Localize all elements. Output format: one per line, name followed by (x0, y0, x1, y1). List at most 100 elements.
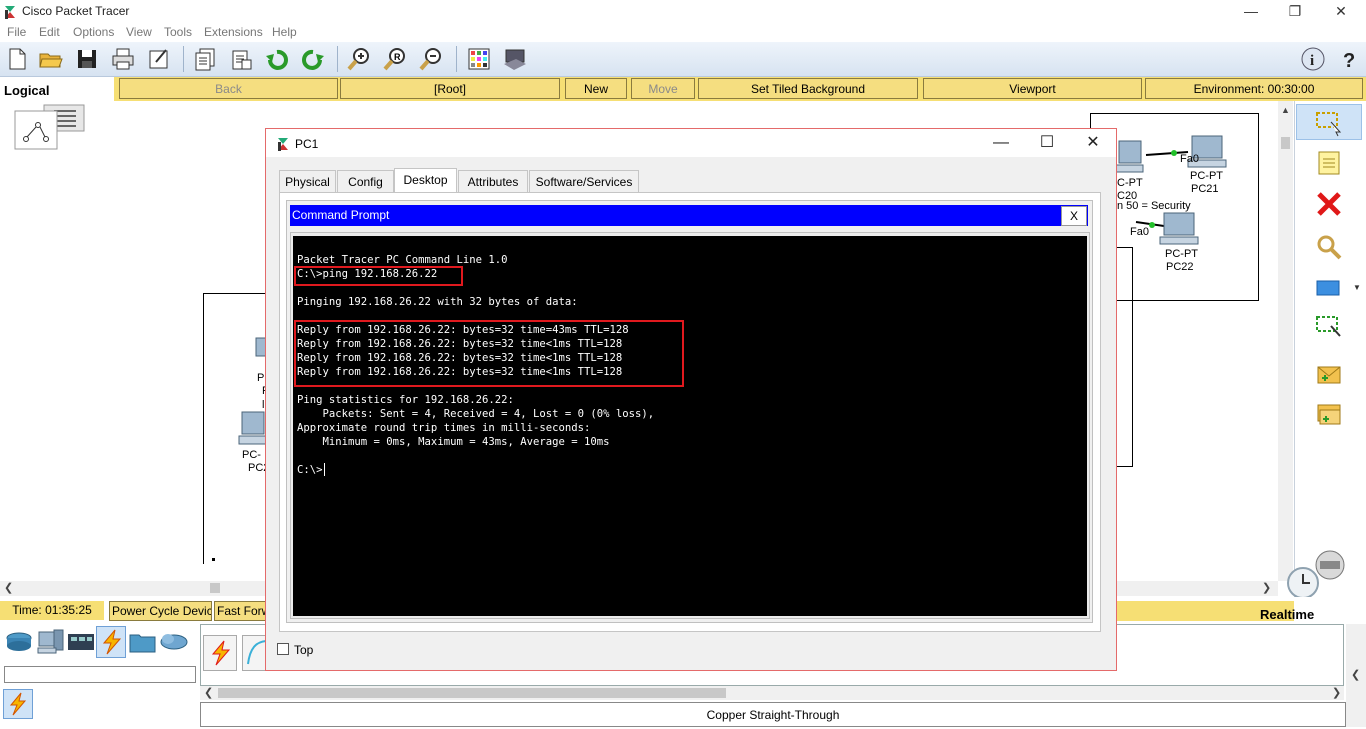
dialog-maximize-button[interactable]: ☐ (1024, 130, 1070, 156)
device-type-label: PC- (242, 449, 261, 461)
lightning-connections-icon (9, 692, 27, 716)
menu-view[interactable]: View (126, 25, 152, 39)
terminal-line: Packets: Sent = 4, Received = 4, Lost = … (297, 408, 655, 420)
menu-help[interactable]: Help (272, 25, 297, 39)
realtime-clock-icon[interactable] (1286, 566, 1320, 600)
multiuser-cloud-icon[interactable] (158, 628, 190, 656)
terminal-line: Approximate round trip times in milli-se… (297, 422, 591, 434)
logical-label: Logical (4, 83, 50, 98)
ping-command-highlight (294, 266, 463, 286)
menu-edit[interactable]: Edit (39, 25, 60, 39)
add-complex-pdu-icon[interactable] (1314, 400, 1344, 430)
select-icon[interactable] (1314, 108, 1344, 138)
close-window-button[interactable]: ✕ (1318, 0, 1364, 24)
tab-config[interactable]: Config (337, 170, 394, 192)
command-prompt-title: Command Prompt (290, 205, 1088, 226)
logical-view-thumbnail-icon[interactable] (14, 101, 86, 151)
info-icon[interactable]: i (1300, 46, 1326, 72)
pc-icon[interactable] (1113, 139, 1145, 175)
lightning-connections-icon[interactable] (98, 628, 126, 656)
fast-forward-time-button[interactable]: Fast Forward Time (214, 601, 266, 621)
menu-tools[interactable]: Tools (164, 25, 192, 39)
device-name-label: PC22 (1166, 261, 1194, 273)
packet-tracer-logo-icon (5, 6, 15, 19)
scroll-thumb[interactable] (210, 583, 220, 593)
scroll-right-arrow-icon[interactable]: ❯ (1332, 686, 1341, 699)
tab-software-services[interactable]: Software/Services (529, 170, 639, 192)
print-icon[interactable] (110, 46, 136, 72)
toolbar-separator (183, 46, 184, 72)
menu-options[interactable]: Options (73, 25, 114, 39)
scroll-thumb[interactable] (1281, 137, 1290, 149)
zoom-reset-icon[interactable]: R (382, 46, 408, 72)
workspace-vertical-scrollbar[interactable]: ▲ (1278, 101, 1293, 581)
open-folder-icon[interactable] (38, 46, 64, 72)
svg-text:?: ? (1343, 50, 1355, 72)
tab-attributes[interactable]: Attributes (458, 170, 528, 192)
save-icon[interactable] (74, 46, 100, 72)
device-search-input[interactable] (4, 666, 196, 683)
root-button[interactable]: [Root] (340, 78, 560, 99)
vlan-label: n 50 = Security (1117, 200, 1191, 212)
add-simple-pdu-icon[interactable] (1314, 360, 1344, 390)
undo-icon[interactable] (264, 46, 290, 72)
port-label: Fa0 (1130, 226, 1149, 238)
draw-rectangle-icon[interactable] (1314, 273, 1344, 303)
redo-icon[interactable] (300, 46, 326, 72)
activity-wizard-icon[interactable] (146, 46, 172, 72)
text-cursor (324, 463, 325, 476)
scroll-left-arrow-icon[interactable]: ❮ (1351, 668, 1360, 681)
network-devices-icon[interactable] (4, 628, 34, 656)
command-prompt-close-button[interactable]: X (1061, 206, 1087, 226)
help-question-icon[interactable]: ? (1336, 46, 1362, 72)
terminal-prompt-line: C:\> (297, 464, 323, 476)
set-tiled-background-button[interactable]: Set Tiled Background (698, 78, 918, 99)
custom-device-dialog-icon[interactable] (502, 46, 528, 72)
inspect-icon[interactable] (1314, 232, 1344, 262)
restore-button[interactable]: ❐ (1272, 0, 1318, 24)
zoom-out-icon[interactable] (418, 46, 444, 72)
viewport-button[interactable]: Viewport (923, 78, 1142, 99)
tab-desktop[interactable]: Desktop (394, 168, 457, 193)
pc-icon[interactable] (1158, 211, 1202, 247)
new-file-icon[interactable] (4, 46, 30, 72)
zoom-in-icon[interactable] (346, 46, 372, 72)
top-checkbox[interactable] (277, 643, 289, 655)
connection-list-scrollbar[interactable]: ❮ ❯ (200, 686, 1344, 700)
power-cycle-devices-button[interactable]: Power Cycle Devices (109, 601, 212, 621)
menu-extensions[interactable]: Extensions (204, 25, 263, 39)
toolbar-separator (337, 46, 338, 72)
components-icon[interactable] (66, 628, 96, 656)
realtime-label: Realtime (1260, 607, 1315, 622)
device-type-label: PC-PT (1165, 248, 1198, 260)
scroll-left-arrow-icon[interactable]: ❮ (204, 686, 213, 699)
bottom-vertical-scrollbar[interactable]: ❮ (1346, 624, 1366, 727)
copy-icon[interactable] (192, 46, 218, 72)
scroll-up-arrow-icon[interactable]: ▲ (1281, 105, 1290, 115)
menu-file[interactable]: File (7, 25, 26, 39)
terminal-line: Pinging 192.168.26.22 with 32 bytes of d… (297, 296, 578, 308)
scroll-right-arrow-icon[interactable]: ❯ (1262, 581, 1271, 594)
tab-physical[interactable]: Physical (279, 170, 336, 192)
resize-shape-icon[interactable] (1314, 312, 1344, 342)
pc-icon[interactable] (238, 410, 266, 448)
new-cluster-button[interactable]: New Cluster (565, 78, 627, 117)
delete-icon[interactable] (1314, 189, 1344, 219)
note-icon[interactable] (1314, 148, 1344, 178)
scroll-thumb[interactable] (218, 688, 726, 698)
palette-icon[interactable] (466, 46, 492, 72)
move-object-button[interactable]: Move Object (631, 78, 695, 117)
end-devices-icon[interactable] (36, 628, 66, 656)
cluster-corner (212, 558, 215, 561)
minimize-button[interactable]: — (1228, 0, 1274, 24)
paste-icon[interactable] (228, 46, 254, 72)
dialog-close-button[interactable]: ✕ (1070, 130, 1116, 156)
misc-folder-icon[interactable] (128, 628, 158, 656)
port-label: Fa0 (1180, 153, 1199, 165)
back-button[interactable]: Back (119, 78, 338, 99)
dialog-minimize-button[interactable]: — (978, 130, 1024, 156)
environment-button[interactable]: Environment: 00:30:00 (1145, 78, 1363, 99)
scroll-left-arrow-icon[interactable]: ❮ (4, 581, 13, 594)
svg-text:R: R (394, 52, 401, 62)
dropdown-arrow-icon[interactable]: ▼ (1353, 283, 1361, 292)
